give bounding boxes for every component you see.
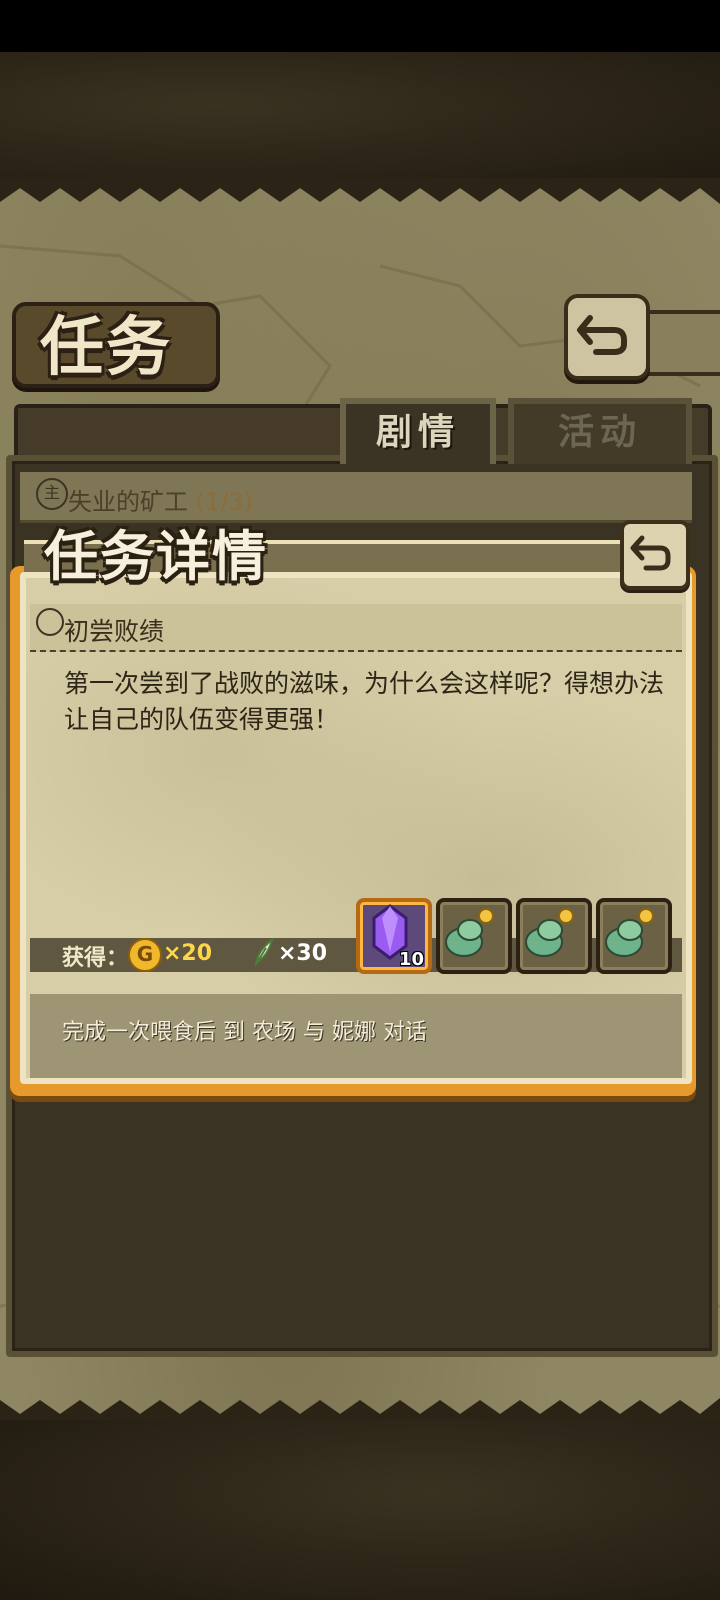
tab-event[interactable]: 活动 — [508, 398, 692, 464]
popup-close-button[interactable] — [620, 520, 690, 590]
tab-event-label: 活动 — [557, 412, 642, 453]
coin-icon: G — [128, 938, 162, 972]
quest-objective: 完成一次喂食后 到 农场 与 妮娜 对话 — [62, 1020, 427, 1045]
reward-item-plant[interactable] — [596, 898, 672, 974]
green-plant-icon — [445, 908, 494, 957]
item-count: 10 — [398, 949, 424, 970]
quest-name-row: 初尝败绩 — [30, 604, 682, 652]
reward-item-plant[interactable] — [436, 898, 512, 974]
status-bar — [0, 0, 720, 52]
popup-title: 任务详情 — [44, 525, 268, 588]
tab-story-label: 剧情 — [375, 412, 460, 453]
reward-label: 获得： — [62, 946, 129, 971]
background-top — [0, 52, 720, 186]
back-button-extension — [640, 310, 720, 376]
torn-edge-top — [0, 178, 720, 204]
green-plant-icon — [525, 908, 574, 957]
quest-name: 初尝败绩 — [64, 617, 165, 646]
return-arrow-icon — [577, 315, 627, 355]
reward-item-plant[interactable] — [516, 898, 592, 974]
main-quest-icon: 主 — [36, 478, 68, 510]
quest-type-icon — [36, 608, 64, 636]
return-arrow-icon — [630, 535, 671, 571]
page-title: 任务 — [40, 311, 172, 385]
background-bottom — [0, 1420, 720, 1600]
gold-amount: ×20 — [163, 941, 213, 966]
back-button[interactable] — [564, 294, 650, 380]
feather-amount: ×30 — [278, 941, 328, 966]
green-plant-icon — [605, 908, 654, 957]
tab-story[interactable]: 剧情 — [340, 398, 496, 464]
quest-description: 第一次尝到了战败的滋味，为什么会这样呢？得想办法让自己的队伍变得更强！ — [64, 669, 665, 734]
reward-item-crystal[interactable]: 10 — [356, 898, 432, 974]
feather-icon — [254, 938, 274, 966]
